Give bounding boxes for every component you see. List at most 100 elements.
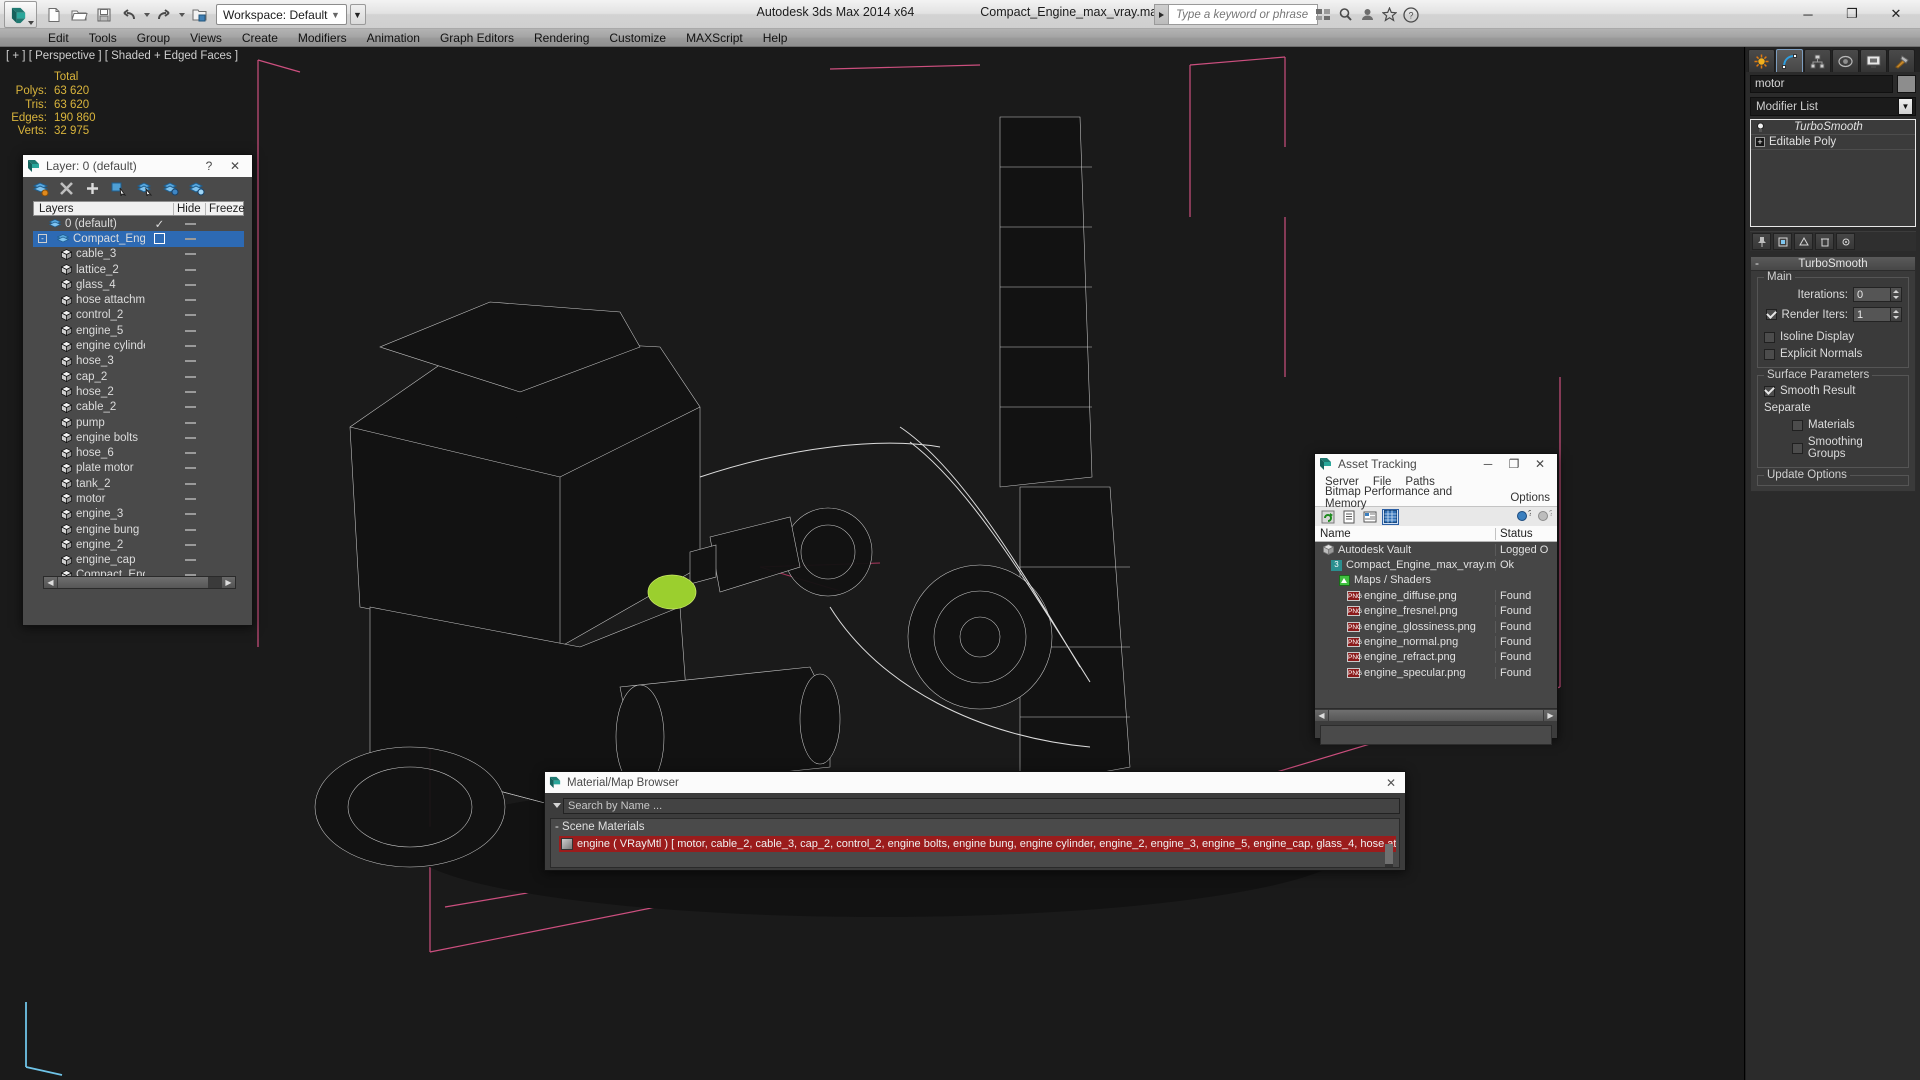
redo-dropdown[interactable] (177, 4, 186, 26)
separate-materials-row[interactable]: Materials (1792, 419, 1902, 431)
layer-row[interactable]: cap_2 (33, 369, 244, 384)
menu-group[interactable]: Group (127, 30, 180, 46)
open-file-button[interactable] (67, 4, 91, 26)
layer-row-hide-cell[interactable] (174, 406, 206, 409)
layer-row[interactable]: engine_2 (33, 537, 244, 552)
layer-row-name-cell[interactable]: control_2 (33, 309, 145, 321)
render-iters-arrows-icon[interactable] (1891, 307, 1902, 322)
tab-create[interactable] (1748, 49, 1775, 72)
layer-row-hide-cell[interactable] (174, 253, 206, 256)
rollout-header[interactable]: - TurboSmooth (1750, 256, 1916, 271)
expand-plus-icon[interactable]: + (1755, 137, 1765, 147)
layer-row-hide-cell[interactable] (174, 375, 206, 378)
layer-row-hide-cell[interactable] (174, 543, 206, 546)
asset-row[interactable]: PNG engine_fresnel.png Found (1315, 604, 1557, 619)
mmb-content[interactable]: - Scene Materials engine ( VRayMtl ) [ m… (550, 818, 1400, 868)
layer-row-hide-cell[interactable] (174, 497, 206, 500)
remove-modifier-button[interactable] (1815, 233, 1834, 250)
layer-row-hide-cell[interactable] (174, 559, 206, 562)
signin-button[interactable] (1357, 4, 1377, 25)
configure-sets-button[interactable] (1836, 233, 1855, 250)
layer-row-active-cell[interactable]: ✓ (145, 217, 174, 231)
asset-row[interactable]: PNG engine_normal.png Found (1315, 634, 1557, 649)
asset-menu-options[interactable]: Options (1503, 492, 1557, 504)
mmb-search-field[interactable]: Search by Name ... (563, 797, 1400, 814)
asset-row-list[interactable]: Autodesk Vault Logged O 3 Compact_Engine_ma… (1315, 542, 1557, 708)
asset-row-name-cell[interactable]: PNG engine_refract.png (1315, 651, 1495, 663)
layer-row-name-cell[interactable]: hose attachment_2 (33, 294, 145, 306)
layer-horizontal-scrollbar[interactable]: ◀ ▶ (43, 576, 236, 589)
menu-views[interactable]: Views (180, 30, 232, 46)
iterations-stepper[interactable]: 0 (1853, 287, 1902, 302)
layer-row-hide-cell[interactable] (174, 528, 206, 531)
layer-row[interactable]: plate motor (33, 461, 244, 476)
separate-smoothing-groups-row[interactable]: Smoothing Groups (1792, 436, 1902, 460)
asset-row[interactable]: PNG engine_refract.png Found (1315, 650, 1557, 665)
layer-row-hide-cell[interactable] (174, 329, 206, 332)
layer-row-name-cell[interactable]: hose_6 (33, 447, 145, 459)
layer-row-hide-cell[interactable] (174, 237, 206, 240)
menu-help[interactable]: Help (753, 30, 798, 46)
layer-row-name-cell[interactable]: engine cylinder (33, 340, 145, 352)
scroll-right-arrow-icon[interactable]: ▶ (222, 577, 235, 588)
smooth-result-row[interactable]: Smooth Result (1764, 385, 1902, 397)
stack-item-turbosmooth[interactable]: TurboSmooth (1751, 120, 1915, 135)
layer-dialog-titlebar[interactable]: Layer: 0 (default) ? ✕ (23, 155, 252, 177)
workspace-more-button[interactable]: ▼ (349, 4, 366, 25)
mmb-scene-materials-group[interactable]: - Scene Materials (551, 819, 1399, 834)
material-map-browser[interactable]: Material/Map Browser ✕ Search by Name ..… (544, 771, 1406, 871)
layer-row-hide-cell[interactable] (174, 345, 206, 348)
layer-row[interactable]: engine_cap (33, 553, 244, 568)
asset-maximize-button[interactable]: ❐ (1501, 454, 1527, 474)
show-end-result-button[interactable] (1773, 233, 1792, 250)
layer-row[interactable]: lattice_2 (33, 262, 244, 277)
exchange-apps-button[interactable] (1313, 4, 1333, 25)
layer-row-hide-cell[interactable] (174, 283, 206, 286)
layer-settings-button[interactable] (188, 180, 205, 196)
save-file-button[interactable] (92, 4, 116, 26)
undo-dropdown[interactable] (142, 4, 151, 26)
layer-row-name-cell[interactable]: engine_cap (33, 554, 145, 566)
layer-row[interactable]: hose_2 (33, 384, 244, 399)
select-objects-in-layer-button[interactable] (110, 180, 127, 196)
layer-row-hide-cell[interactable] (174, 467, 206, 470)
asset-scroll-right-icon[interactable]: ▶ (1544, 709, 1557, 721)
layer-dialog[interactable]: Layer: 0 (default) ? ✕ Layers Hide Freez… (22, 154, 253, 626)
asset-row-name-cell[interactable]: PNG engine_fresnel.png (1315, 605, 1495, 617)
layer-row[interactable]: tank_2 (33, 476, 244, 491)
layer-grid[interactable]: Layers Hide Freeze 0 (default) ✓ - Compact_… (33, 201, 245, 599)
layer-row[interactable]: - Compact_Engine (33, 231, 244, 247)
asset-row[interactable]: PNG engine_specular.png Found (1315, 665, 1557, 680)
layer-row-name-cell[interactable]: motor (33, 493, 145, 505)
close-button[interactable]: ✕ (1874, 0, 1918, 28)
delete-layer-button[interactable] (58, 180, 75, 196)
minimize-button[interactable]: ─ (1786, 0, 1830, 28)
layer-row-name-cell[interactable]: Compact_Engine (47, 233, 145, 245)
help-button[interactable]: ? (1401, 4, 1421, 25)
layer-row-active-cell[interactable] (145, 233, 174, 245)
layer-row-hide-cell[interactable] (174, 513, 206, 516)
layer-row[interactable]: cable_2 (33, 400, 244, 415)
add-selection-to-layer-button[interactable] (84, 180, 101, 196)
layer-row-name-cell[interactable]: cable_3 (33, 248, 145, 260)
asset-row-name-cell[interactable]: PNG engine_diffuse.png (1315, 590, 1495, 602)
vault-login-button[interactable]: ? (1515, 509, 1532, 525)
collapse-toggle-icon[interactable]: - (38, 234, 47, 244)
modifier-list-dropdown[interactable]: Modifier List ▼ (1750, 97, 1916, 116)
layer-row-hide-cell[interactable] (174, 268, 206, 271)
refresh-button[interactable] (1319, 509, 1336, 525)
layer-row-name-cell[interactable]: tank_2 (33, 478, 145, 490)
mmb-material-entry[interactable]: engine ( VRayMtl ) [ motor, cable_2, cab… (559, 836, 1396, 852)
asset-row-name-cell[interactable]: Autodesk Vault (1315, 544, 1495, 556)
render-iters-checkbox[interactable] (1765, 309, 1777, 320)
layer-row-name-cell[interactable]: engine bolts (33, 432, 145, 444)
stack-item-editable-poly[interactable]: + Editable Poly (1751, 135, 1915, 150)
mmb-vertical-scrollbar[interactable] (1385, 844, 1393, 867)
list-view-button[interactable] (1340, 509, 1357, 525)
menu-edit[interactable]: Edit (38, 30, 79, 46)
redo-button[interactable] (152, 4, 176, 26)
layer-row-name-cell[interactable]: pump (33, 417, 145, 429)
render-iters-stepper[interactable]: 1 (1853, 307, 1902, 322)
mmb-scroll-thumb[interactable] (1385, 844, 1393, 864)
asset-row[interactable]: PNG engine_glossiness.png Found (1315, 619, 1557, 634)
